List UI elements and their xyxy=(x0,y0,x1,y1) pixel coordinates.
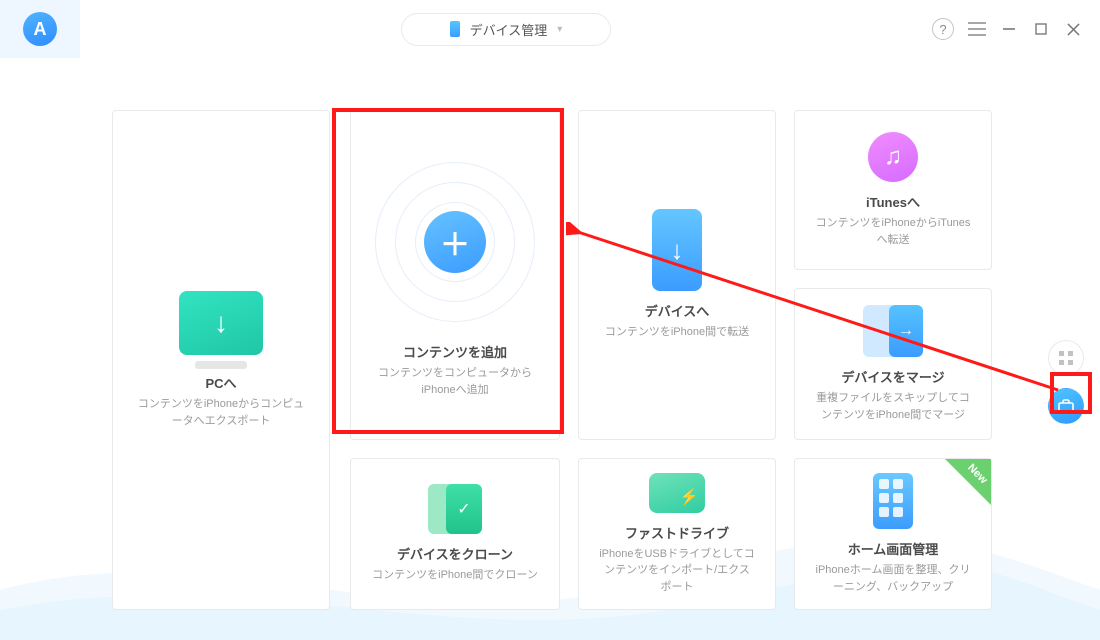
device-label: デバイス管理 xyxy=(470,20,548,39)
minimize-icon[interactable] xyxy=(1000,20,1018,38)
card-desc: コンテンツをiPhone間で転送 xyxy=(599,324,755,341)
card-desc: 重複ファイルをスキップしてコンテンツをiPhone間でマージ xyxy=(809,390,977,423)
card-to-device[interactable]: ↓ デバイスへ コンテンツをiPhone間で転送 xyxy=(578,110,776,440)
main-grid: ↓ PCへ コンテンツをiPhoneからコンピュータへエクスポート ＋ コンテン… xyxy=(0,58,1100,640)
plus-icon: ＋ xyxy=(424,211,486,273)
card-title: デバイスをマージ xyxy=(841,367,944,386)
clone-icon: ✓ xyxy=(428,484,482,534)
drive-icon: ⚡ xyxy=(649,473,705,513)
card-itunes[interactable]: ♫ iTunesへ コンテンツをiPhoneからiTunesへ転送 xyxy=(794,110,992,270)
card-title: PCへ xyxy=(205,373,236,392)
download-arrow-icon: ↓ xyxy=(214,307,228,339)
card-desc: iPhoneホーム画面を整理、クリーニング、バックアップ xyxy=(809,562,977,595)
card-fast-drive[interactable]: ⚡ ファストドライブ iPhoneをUSBドライブとしてコンテンツをインポート/… xyxy=(578,458,776,610)
menu-icon[interactable] xyxy=(968,20,986,38)
card-title: デバイスをクローン xyxy=(397,544,513,563)
grid-view-button[interactable] xyxy=(1048,340,1084,376)
card-title: コンテンツを追加 xyxy=(403,342,507,361)
phone-icon xyxy=(450,21,460,37)
card-desc: コンテンツをiPhone間でクローン xyxy=(366,567,544,584)
card-add-content[interactable]: ＋ コンテンツを追加 コンテンツをコンピュータからiPhoneへ追加 xyxy=(350,110,560,440)
phone-download-icon: ↓ xyxy=(652,209,702,291)
card-title: ホーム画面管理 xyxy=(848,539,939,558)
title-bar-center: デバイス管理 ▾ xyxy=(88,13,924,46)
card-title: iTunesへ xyxy=(866,192,920,211)
card-title: デバイスへ xyxy=(645,301,710,320)
side-toolbar xyxy=(1048,340,1084,424)
card-title: ファストドライブ xyxy=(625,523,729,542)
card-desc: コンテンツをiPhoneからコンピュータへエクスポート xyxy=(127,396,315,429)
close-icon[interactable] xyxy=(1064,20,1082,38)
monitor-icon: ↓ xyxy=(179,291,263,355)
toolbox-button[interactable] xyxy=(1048,388,1084,424)
app-logo-area: A xyxy=(0,0,80,58)
card-desc: コンテンツをコンピュータからiPhoneへ追加 xyxy=(365,365,545,398)
card-home-screen[interactable]: New ホーム画面管理 iPhoneホーム画面を整理、クリーニング、バックアップ xyxy=(794,458,992,610)
home-screen-icon xyxy=(873,473,913,529)
card-desc: iPhoneをUSBドライブとしてコンテンツをインポート/エクスポート xyxy=(593,546,761,596)
chevron-down-icon: ▾ xyxy=(557,24,562,35)
window-controls: ? xyxy=(932,18,1082,40)
device-dropdown[interactable]: デバイス管理 ▾ xyxy=(401,13,611,46)
itunes-icon: ♫ xyxy=(868,132,918,182)
card-desc: コンテンツをiPhoneからiTunesへ転送 xyxy=(809,215,977,248)
add-icon-rings: ＋ xyxy=(365,152,545,332)
help-icon[interactable]: ? xyxy=(932,18,954,40)
maximize-icon[interactable] xyxy=(1032,20,1050,38)
card-clone[interactable]: ✓ デバイスをクローン コンテンツをiPhone間でクローン xyxy=(350,458,560,610)
card-pc-export[interactable]: ↓ PCへ コンテンツをiPhoneからコンピュータへエクスポート xyxy=(112,110,330,610)
app-logo-icon: A xyxy=(23,12,57,46)
title-bar: A デバイス管理 ▾ ? xyxy=(0,0,1100,58)
card-merge[interactable]: → デバイスをマージ 重複ファイルをスキップしてコンテンツをiPhone間でマー… xyxy=(794,288,992,440)
merge-icon: → xyxy=(863,305,923,357)
